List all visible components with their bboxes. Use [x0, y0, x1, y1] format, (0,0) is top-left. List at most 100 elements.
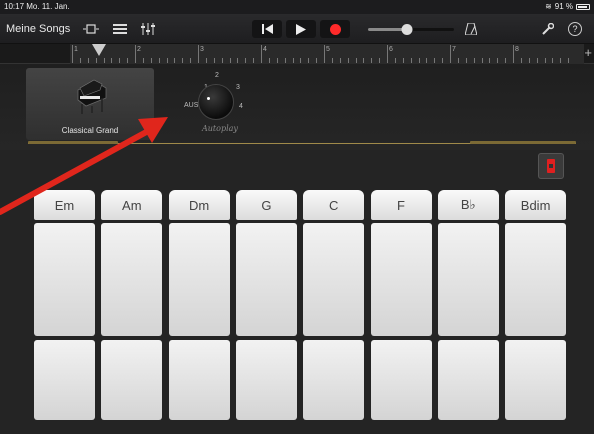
- rewind-button[interactable]: [252, 20, 282, 38]
- chord-pad-lower[interactable]: [101, 340, 163, 420]
- ruler-tick: [221, 58, 223, 63]
- ruler-tick: [410, 58, 412, 63]
- rewind-icon: [261, 24, 273, 34]
- ruler-tick: [339, 58, 341, 63]
- volume-knob[interactable]: [401, 24, 413, 35]
- help-icon[interactable]: ?: [568, 22, 582, 36]
- ruler-tick: [103, 58, 105, 63]
- battery-percent: 91 %: [554, 2, 573, 11]
- wifi-icon: ≋: [545, 2, 552, 11]
- ruler-tick: [166, 58, 168, 63]
- mixer-icon[interactable]: [140, 22, 156, 35]
- chord-pad-lower[interactable]: [370, 340, 432, 420]
- ruler-tick: [87, 58, 89, 63]
- ruler-tick: [261, 45, 262, 63]
- wrench-icon[interactable]: [540, 22, 556, 35]
- ruler-tick: [300, 58, 302, 63]
- chord-label[interactable]: Bdim: [505, 190, 567, 220]
- master-volume-slider[interactable]: [368, 24, 454, 35]
- chord-pad-upper[interactable]: [235, 223, 297, 336]
- chord-label[interactable]: Am: [101, 190, 163, 220]
- divider-accent-right: [470, 141, 576, 144]
- ruler-tick: [135, 45, 136, 63]
- chord-pad-upper[interactable]: [505, 223, 567, 336]
- ruler-bar-number: 1: [74, 46, 78, 53]
- ruler-tick: [253, 58, 255, 63]
- chord-pad-upper[interactable]: [370, 223, 432, 336]
- ruler-tick: [142, 58, 144, 63]
- chord-pad-upper[interactable]: [303, 223, 365, 336]
- view-toggle-icon[interactable]: [83, 22, 99, 35]
- instrument-selector[interactable]: Classical Grand: [26, 68, 154, 140]
- ruler-tick: [473, 58, 475, 63]
- chord-pad-upper[interactable]: [34, 223, 95, 336]
- ruler-tick: [450, 45, 451, 63]
- ruler-tick: [95, 58, 97, 63]
- add-section-button[interactable]: +: [584, 45, 592, 60]
- autoplay-knob[interactable]: [198, 84, 234, 120]
- ruler-tick: [505, 58, 507, 63]
- ruler-tick: [198, 45, 199, 63]
- ruler-tick: [205, 58, 207, 63]
- settings-icon: [547, 159, 555, 173]
- autoplay-position-3: 3: [236, 84, 240, 91]
- ruler-tick: [457, 58, 459, 63]
- ruler-tick: [79, 58, 81, 63]
- ruler-tick: [536, 58, 538, 63]
- ruler-tick: [237, 58, 239, 63]
- ruler-tick: [560, 58, 562, 63]
- ruler-tick: [268, 58, 270, 63]
- chord-pad-lower[interactable]: [303, 340, 365, 420]
- chord-pad-lower[interactable]: [168, 340, 230, 420]
- ruler-tick: [331, 58, 333, 63]
- play-button[interactable]: [286, 20, 316, 38]
- chord-pad-lower[interactable]: [437, 340, 499, 420]
- chord-label[interactable]: Em: [34, 190, 95, 220]
- ruler-bar-number: 4: [263, 46, 267, 53]
- timeline-ruler[interactable]: 1 2 3 4 5 6 7 8 +: [0, 44, 594, 64]
- playhead[interactable]: [92, 44, 106, 56]
- ruler-tick: [418, 58, 420, 63]
- autoplay-position-4: 4: [239, 103, 243, 110]
- ruler-tick: [276, 58, 278, 63]
- ruler-tick: [544, 58, 546, 63]
- ruler-bar-number: 8: [515, 46, 519, 53]
- chord-pad-upper[interactable]: [437, 223, 499, 336]
- my-songs-button[interactable]: Meine Songs: [6, 23, 70, 35]
- status-time: 10:17 Mo. 11. Jan.: [4, 2, 70, 11]
- ruler-tick: [442, 58, 444, 63]
- ruler-tick: [150, 58, 152, 63]
- record-icon: [329, 23, 341, 35]
- chord-label[interactable]: F: [370, 190, 432, 220]
- ruler-bar-number: 7: [452, 46, 456, 53]
- chord-label[interactable]: G: [235, 190, 297, 220]
- ruler-bar-number: 6: [389, 46, 393, 53]
- chord-strip-settings-button[interactable]: [538, 153, 564, 179]
- metronome-icon[interactable]: [463, 22, 479, 35]
- chord-label[interactable]: B♭: [437, 190, 499, 220]
- ruler-tick: [127, 58, 129, 63]
- chord-label[interactable]: C: [303, 190, 365, 220]
- ruler-tick: [481, 58, 483, 63]
- ruler-tick: [158, 58, 160, 63]
- ruler-tick: [229, 58, 231, 63]
- chord-label[interactable]: Dm: [168, 190, 230, 220]
- knob-indicator: [207, 97, 210, 100]
- instrument-area: Classical Grand: [0, 64, 594, 150]
- ruler-tick: [402, 58, 404, 63]
- chord-pad-lower[interactable]: [34, 340, 95, 420]
- status-bar: 10:17 Mo. 11. Jan. ≋ 91 %: [0, 0, 594, 14]
- chord-pad-upper[interactable]: [101, 223, 163, 336]
- chord-pad-lower[interactable]: [235, 340, 297, 420]
- ruler-tick: [190, 58, 192, 63]
- record-button[interactable]: [320, 20, 350, 38]
- ruler-tick: [284, 58, 286, 63]
- ruler-tick: [371, 58, 373, 63]
- ruler-tick: [426, 58, 428, 63]
- chord-pad-upper[interactable]: [168, 223, 230, 336]
- tracks-icon[interactable]: [112, 22, 128, 35]
- ruler-tick: [552, 58, 554, 63]
- autoplay-position-2: 2: [215, 72, 219, 79]
- instrument-name: Classical Grand: [61, 126, 119, 135]
- chord-pad-lower[interactable]: [505, 340, 567, 420]
